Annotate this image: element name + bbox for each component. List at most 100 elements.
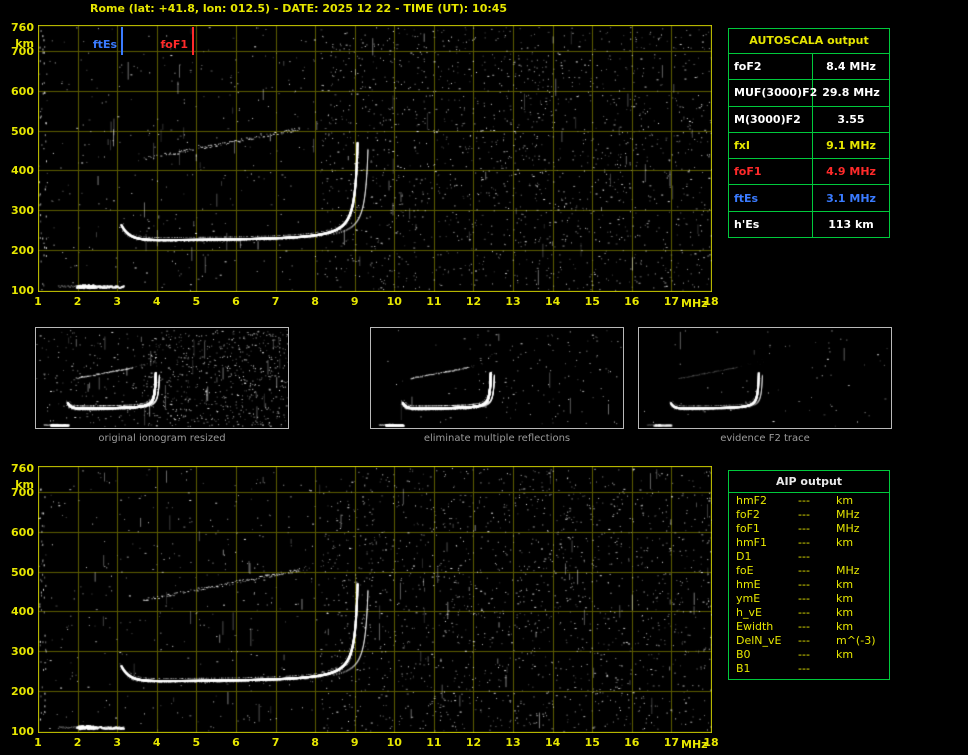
bottom-x-tick-label: 2 [73, 736, 82, 749]
param-value: 9.1 MHz [826, 138, 876, 152]
bottom-x-tick-label: 11 [426, 736, 442, 749]
param-value: 3.55 [837, 112, 865, 126]
param-label: ftEs [729, 185, 813, 211]
top-y-tick-label: 600 [11, 84, 34, 98]
top-x-tick-label: 8 [311, 295, 319, 308]
param-label: M(3000)F2 [729, 106, 813, 132]
aip-table-title: AIP output [729, 471, 889, 493]
bottom-x-tick-label: 4 [152, 736, 161, 749]
bottom-x-tick-label: 8 [311, 736, 319, 749]
param-value: 4.9 MHz [826, 165, 876, 179]
aip-row-delnve: DelN_vE --- m^(-3) [736, 634, 887, 648]
bottom-x-tick-label: 15 [584, 736, 600, 749]
top-x-tick-label: 13 [505, 295, 521, 308]
param-label: h'Es [729, 211, 813, 237]
top-x-tick-label: 5 [192, 295, 201, 308]
bottom-x-tick-label: 9 [350, 736, 359, 749]
param-unit: km [836, 606, 854, 620]
bottom-x-tick-label: 1 [34, 736, 42, 749]
param-unit: km [836, 535, 854, 549]
autoscala-row-fof2: foF2 8.4 MHz [729, 54, 889, 80]
bottom-x-tick-label: 14 [544, 736, 561, 749]
param-label: hmF2 [736, 493, 768, 507]
param-unit: km [836, 578, 854, 591]
bottom-x-tick-label: 18 [703, 736, 719, 749]
param-label: foF1 [729, 159, 813, 185]
aip-row-hmf1: hmF1 --- km [736, 535, 887, 549]
bottom-ionogram-canvas [38, 466, 712, 733]
app-title: Rome (lat: +41.8, lon: 012.5) - DATE: 20… [90, 2, 508, 15]
top-x-tick-label: 10 [386, 295, 402, 308]
param-value: --- [798, 507, 810, 521]
bottom-x-tick-label: 7 [271, 736, 280, 749]
ftEs-marker-label: ftEs [92, 38, 117, 51]
param-value: --- [798, 592, 810, 606]
param-unit: km [836, 592, 854, 606]
param-value: 8.4 MHz [826, 60, 876, 74]
bottom-y-tick-label: 600 [11, 525, 34, 539]
param-label: foF2 [736, 507, 760, 521]
param-label: D1 [736, 549, 752, 563]
thumbnail-original-panel [35, 327, 289, 429]
param-label: foF1 [736, 521, 760, 535]
bottom-x-tick-label: 16 [624, 736, 640, 749]
thumbnail-cleaned-caption: eliminate multiple reflections [423, 433, 571, 444]
thumbnail-f2trace-canvas [639, 328, 891, 428]
top-y-tick-label: 760 [11, 21, 34, 34]
param-unit: MHz [836, 507, 860, 521]
param-label: B1 [736, 662, 751, 676]
top-x-tick-label: 14 [544, 295, 561, 308]
param-label: B0 [736, 648, 751, 662]
param-label: hmF1 [736, 535, 768, 549]
top-y-tick-label: 400 [11, 164, 34, 178]
param-value: --- [798, 648, 810, 662]
param-label: foE [736, 563, 754, 577]
bottom-x-tick-label: 10 [386, 736, 402, 749]
aip-row-yme: ymE --- km [736, 592, 887, 606]
top-x-tick-label: 17 [663, 295, 680, 308]
param-value: --- [798, 493, 810, 507]
param-value: --- [798, 606, 810, 620]
param-label: h_vE [736, 606, 762, 620]
param-value: --- [798, 549, 810, 563]
param-value: --- [798, 634, 810, 648]
top-x-tick-label: 9 [350, 295, 359, 308]
autoscala-row-fof1: foF1 4.9 MHz [729, 158, 889, 185]
bottom-x-tick-label: 17 [663, 736, 680, 749]
top-x-tick-label: 2 [73, 295, 82, 308]
top-y-tick-label: 700 [11, 44, 34, 58]
param-value: 3.1 MHz [826, 191, 876, 205]
autoscala-row-fxi: fxI 9.1 MHz [729, 131, 889, 159]
thumbnail-f2trace-panel [638, 327, 892, 429]
autoscala-output-table: AUTOSCALA output foF2 8.4 MHz MUF(3000)F2 2… [728, 28, 890, 238]
aip-row-hve: h_vE --- km [736, 606, 887, 620]
autoscala-rows: foF2 8.4 MHz MUF(3000)F2 29.8 MHz M(3000)F2 3… [729, 54, 889, 237]
top-y-tick-label: 500 [11, 124, 34, 138]
autoscala-table-title: AUTOSCALA output [729, 29, 889, 54]
autoscala-row-ftes: ftEs 3.1 MHz [729, 184, 889, 211]
bottom-y-tick-label: 760 [11, 462, 34, 475]
param-unit: MHz [836, 521, 860, 535]
top-x-tick-label: 15 [584, 295, 600, 308]
autoscala-row-muf3000f2: MUF(3000)F2 29.8 MHz [729, 79, 889, 106]
param-label: ymE [736, 592, 761, 606]
foF1-marker-label: foF1 [160, 38, 188, 51]
param-value: --- [798, 563, 810, 577]
param-unit: m^(-3) [836, 634, 876, 648]
aip-row-fof2: foF2 --- MHz [736, 507, 887, 521]
thumbnail-cleaned-panel [370, 327, 624, 429]
bottom-x-tick-label: 13 [505, 736, 521, 749]
aip-row-hme: hmE --- km [736, 577, 887, 591]
top-x-tick-label: 7 [271, 295, 280, 308]
top-x-tick-label: 12 [465, 295, 482, 308]
top-y-tick-label: 200 [11, 244, 34, 258]
param-label: hmE [736, 578, 761, 591]
bottom-y-tick-label: 200 [11, 685, 34, 699]
param-value: --- [798, 620, 810, 634]
param-value: --- [798, 662, 810, 676]
bottom-x-tick-label: 3 [113, 736, 121, 749]
top-x-tick-label: 1 [34, 295, 42, 308]
param-label: fxI [729, 132, 813, 159]
bottom-x-tick-label: 5 [192, 736, 201, 749]
top-ionogram-canvas [38, 25, 712, 292]
